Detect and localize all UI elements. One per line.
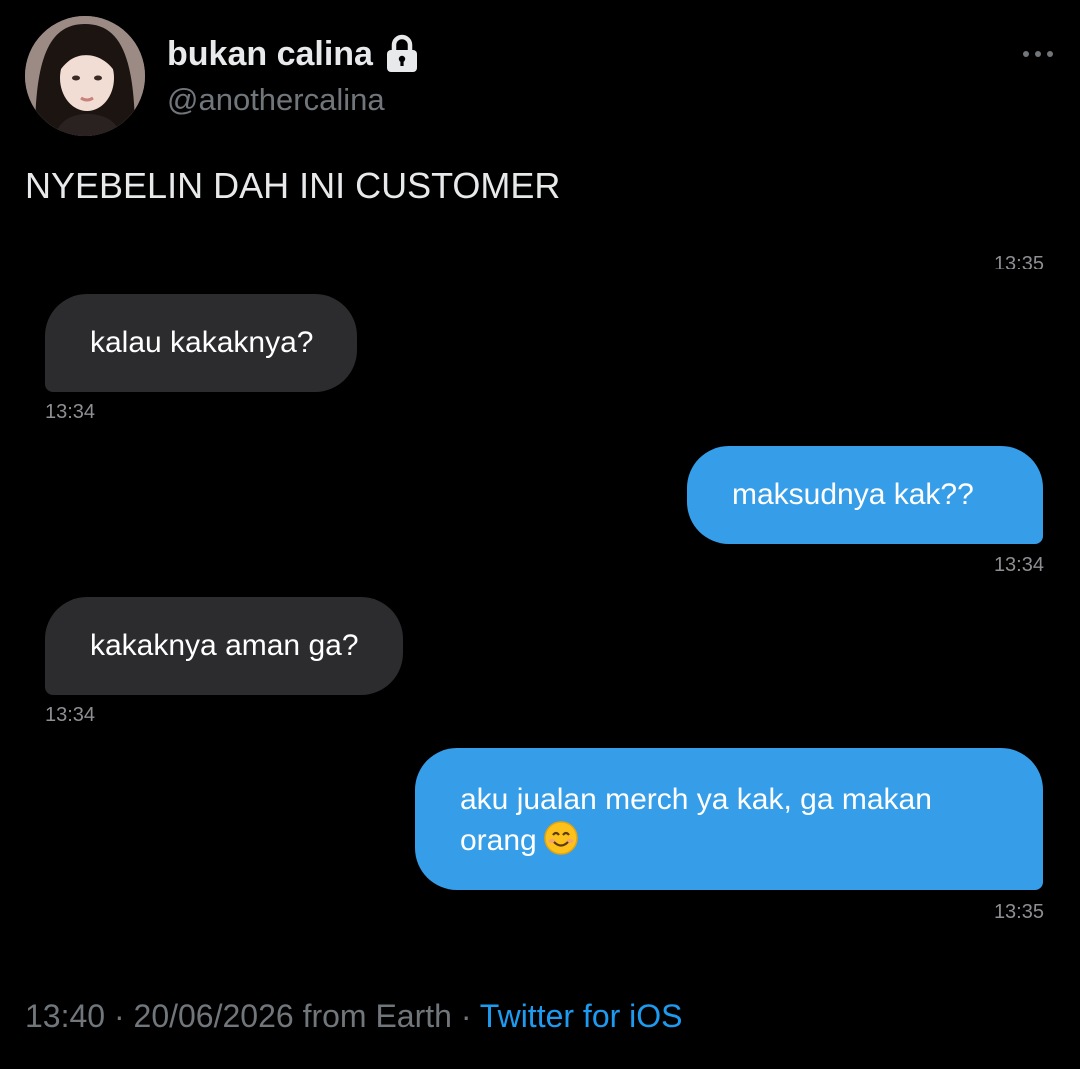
message-text: maksudnya kak?? [732, 478, 974, 511]
author-handle[interactable]: @anothercalina [167, 82, 385, 118]
message-text-line-with-emoji: orang [460, 820, 999, 861]
tweet-time[interactable]: 13:40 [25, 998, 105, 1034]
message-timestamp: 13:34 [45, 401, 96, 423]
tweet-source-link[interactable]: Twitter for iOS [480, 998, 683, 1034]
smiling-face-icon [543, 820, 579, 856]
message-bubble-incoming: kalau kakaknya? [45, 294, 358, 392]
lock-icon [385, 34, 419, 74]
message-timestamp: 13:34 [45, 704, 96, 726]
message-text-line: orang [460, 824, 537, 857]
tweet-location: from Earth [293, 998, 452, 1034]
meta-separator: · [451, 998, 480, 1034]
message-timestamp: 13:35 [993, 901, 1044, 923]
message-timestamp: 13:34 [993, 554, 1044, 576]
author-display-name-row[interactable]: bukan calina [167, 34, 419, 74]
message-bubble-outgoing: maksudnya kak?? [687, 446, 1043, 544]
message-text: kalau kakaknya? [90, 326, 314, 359]
avatar[interactable] [25, 16, 145, 136]
chat-screenshot-image[interactable]: 13:35 kalau kakaknya? 13:34 maksudnya ka… [0, 230, 1080, 950]
message-text-line: aku jualan merch ya kak, ga makan [460, 783, 932, 816]
tweet-text: NYEBELIN DAH INI CUSTOMER [25, 165, 561, 206]
tweet-meta: 13:40 · 20/06/2026 from Earth · Twitter … [25, 998, 683, 1035]
meta-separator: · [105, 998, 134, 1034]
message-text: kakaknya aman ga? [90, 629, 359, 662]
message-bubble-outgoing: aku jualan merch ya kak, ga makan orang [415, 748, 1043, 890]
author-display-name[interactable]: bukan calina [167, 35, 373, 74]
message-bubble-incoming: kakaknya aman ga? [45, 597, 403, 695]
tweet-date[interactable]: 20/06/2026 [134, 998, 294, 1034]
message-timestamp: 13:35 [993, 253, 1044, 269]
avatar-photo [25, 16, 145, 136]
more-horizontal-icon[interactable] [1018, 44, 1058, 64]
